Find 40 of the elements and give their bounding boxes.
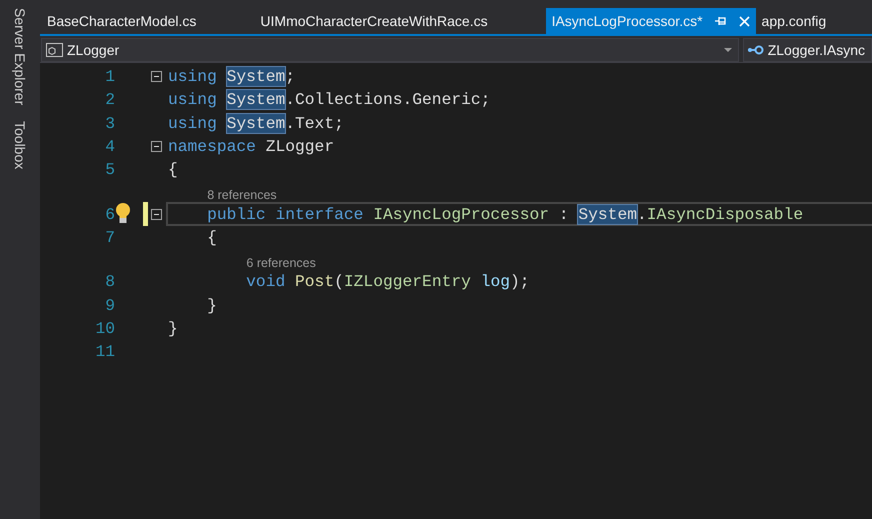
line-number: 7 <box>104 228 115 247</box>
code-line: { <box>167 159 179 182</box>
collapse-icon[interactable] <box>151 71 162 82</box>
file-tab[interactable]: app.config <box>756 8 872 34</box>
line-number: 5 <box>104 160 115 180</box>
lightbulb-icon[interactable] <box>115 203 131 226</box>
code-line: namespace ZLogger <box>167 136 336 158</box>
collapse-icon[interactable] <box>151 208 162 220</box>
file-tab[interactable]: IAsyncLogProcessor.cs* <box>546 8 756 34</box>
code-line: { <box>206 226 218 249</box>
interface-icon <box>748 45 764 55</box>
side-tab[interactable]: Toolbox <box>12 121 28 170</box>
code-line: using System.Text; <box>167 112 345 135</box>
line-number: 3 <box>104 114 115 133</box>
caret-icon <box>724 48 732 52</box>
code-line: } <box>167 318 179 340</box>
line-number: 10 <box>94 318 115 338</box>
code-line: void Post(IZLoggerEntry log); <box>245 271 531 294</box>
pin-icon[interactable] <box>714 16 727 26</box>
file-tab[interactable]: UIMmoCharacterCreateWithRace.cs <box>254 8 546 34</box>
project-dropdown[interactable]: ZLogger <box>41 38 739 62</box>
code-line: using System; <box>167 66 296 88</box>
collapse-icon[interactable] <box>151 141 162 152</box>
line-number: 6 <box>104 204 115 224</box>
line-number: 9 <box>104 296 115 315</box>
line-number: 11 <box>94 342 115 362</box>
project-icon <box>46 43 63 57</box>
line-number: 4 <box>104 137 115 156</box>
references-link[interactable]: 8 references <box>168 188 872 202</box>
references-link[interactable]: 6 references <box>168 256 872 270</box>
line-number: 2 <box>104 90 115 110</box>
code-line: } <box>206 294 218 317</box>
line-number: 1 <box>104 67 115 86</box>
member-dropdown[interactable]: ZLogger.IAsync <box>742 38 872 62</box>
code-line: using System.Collections.Generic; <box>167 89 492 112</box>
side-tab[interactable]: Server Explorer <box>12 8 28 106</box>
line-number: 8 <box>104 272 115 292</box>
file-tab[interactable]: BaseCharacterModel.cs <box>41 8 254 34</box>
code-line: public interface IAsyncLogProcessor : System.IAsyncDisposable <box>166 202 872 226</box>
close-icon[interactable] <box>738 16 750 26</box>
